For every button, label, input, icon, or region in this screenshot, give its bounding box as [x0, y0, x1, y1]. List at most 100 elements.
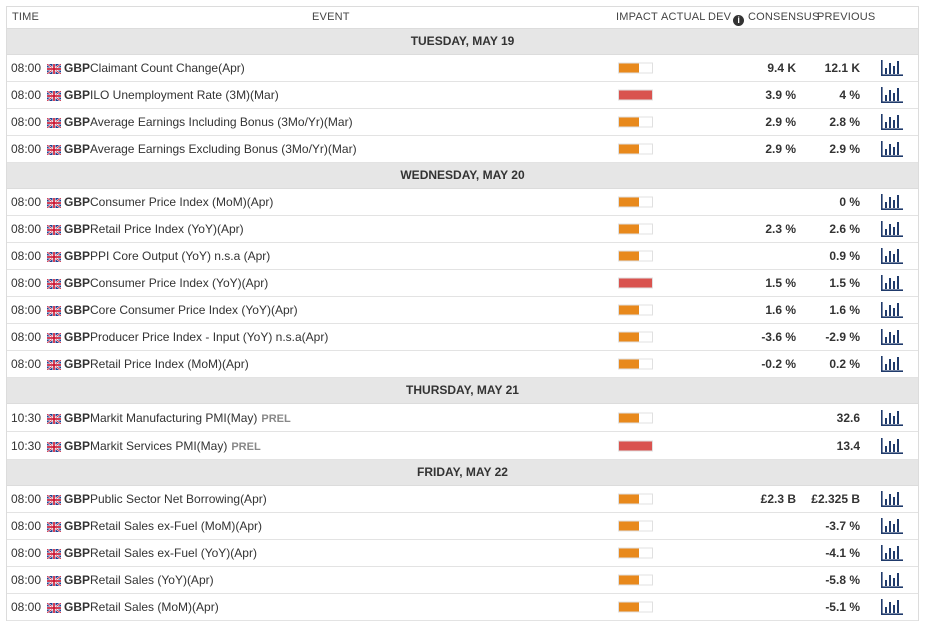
event-row[interactable]: 10:30 GBP Markit Manufacturing PMI(May) PRE… — [7, 404, 918, 432]
event-name-text: Claimant Count Change(Apr) — [90, 61, 245, 75]
event-row[interactable]: 08:00 GBP Core Consumer Price Index (YoY)(… — [7, 297, 918, 324]
event-row[interactable]: 08:00 GBP Retail Price Index (YoY)(Apr) 2.3… — [7, 216, 918, 243]
uk-flag-icon — [46, 412, 62, 425]
event-name-text: Consumer Price Index (YoY)(Apr) — [90, 276, 269, 290]
impact-indicator — [618, 412, 653, 423]
event-row[interactable]: 08:00 GBP Retail Sales ex-Fuel (YoY)(Apr) -… — [7, 540, 918, 567]
event-name[interactable]: Retail Sales (MoM)(Apr) — [90, 600, 219, 614]
event-name[interactable]: Retail Sales ex-Fuel (YoY)(Apr) — [90, 546, 257, 560]
uk-flag-icon — [46, 144, 62, 156]
impact-indicator — [618, 196, 653, 208]
event-name-text: ILO Unemployment Rate (3M)(Mar) — [90, 88, 279, 102]
chart-icon[interactable] — [881, 274, 903, 292]
prel-badge: PREL — [261, 412, 291, 425]
chart-icon[interactable] — [881, 571, 903, 589]
header-consensus: Consensus — [748, 11, 820, 23]
event-row[interactable]: 08:00 GBP Producer Price Index - Input (Yo… — [7, 324, 918, 351]
impact-fill — [619, 63, 639, 73]
event-name[interactable]: Retail Price Index (YoY)(Apr) — [90, 222, 244, 236]
info-icon[interactable]: i — [733, 15, 745, 26]
previous-value: 13.4 — [836, 438, 860, 453]
event-currency: GBP — [64, 276, 91, 290]
event-name[interactable]: Consumer Price Index (MoM)(Apr) — [90, 195, 273, 209]
chart-icon[interactable] — [881, 437, 903, 455]
event-row[interactable]: 08:00 GBP Consumer Price Index (MoM)(Apr) 0… — [7, 189, 918, 216]
previous-value: -4.1 % — [825, 546, 860, 560]
header-dev-label: Dev — [708, 11, 732, 23]
event-row[interactable]: 08:00 GBP Public Sector Net Borrowing(Apr)… — [7, 486, 918, 513]
event-row[interactable]: 08:00 GBP Average Earnings Including Bonus… — [7, 109, 918, 136]
event-name-text: Average Earnings Including Bonus (3Mo/Yr… — [90, 115, 353, 129]
chart-icon[interactable] — [881, 140, 903, 158]
event-time: 08:00 — [11, 600, 42, 614]
chart-icon[interactable] — [881, 517, 903, 535]
chart-icon[interactable] — [881, 328, 903, 346]
event-row[interactable]: 08:00 GBP Average Earnings Excluding Bonus… — [7, 136, 918, 163]
day-header: Tuesday, May 19 — [7, 29, 918, 55]
economic-calendar: Time Event Impact Actual Dev i Consensus … — [6, 6, 919, 621]
event-name[interactable]: ILO Unemployment Rate (3M)(Mar) — [90, 88, 279, 102]
impact-fill — [619, 224, 639, 234]
event-currency: GBP — [64, 519, 91, 533]
event-name[interactable]: PPI Core Output (YoY) n.s.a (Apr) — [90, 249, 270, 263]
event-row[interactable]: 08:00 GBP ILO Unemployment Rate (3M)(Mar) 3… — [7, 82, 918, 109]
chart-icon[interactable] — [881, 301, 903, 319]
previous-value: 32.6 — [836, 410, 860, 425]
event-row[interactable]: 10:30 GBP Markit Services PMI(May) PREL 13.4 — [7, 432, 918, 460]
event-name[interactable]: Retail Sales ex-Fuel (MoM)(Apr) — [90, 519, 262, 533]
impact-indicator — [618, 331, 653, 343]
event-currency: GBP — [64, 222, 91, 236]
chart-icon[interactable] — [881, 490, 903, 508]
uk-flag-icon — [46, 521, 62, 533]
previous-value: -5.1 % — [825, 600, 860, 614]
impact-indicator — [618, 223, 653, 235]
previous-value: -5.8 % — [825, 573, 860, 587]
chart-icon[interactable] — [881, 544, 903, 562]
event-time: 10:30 — [11, 438, 42, 453]
chart-icon[interactable] — [881, 247, 903, 265]
event-time: 08:00 — [11, 357, 42, 371]
event-name-text: Retail Price Index (MoM)(Apr) — [90, 357, 249, 371]
event-currency: GBP — [64, 142, 91, 156]
event-name[interactable]: Average Earnings Including Bonus (3Mo/Yr… — [90, 115, 353, 129]
impact-fill — [619, 575, 639, 585]
event-name[interactable]: Markit Services PMI(May) PREL — [90, 439, 261, 453]
event-name[interactable]: Markit Manufacturing PMI(May) PREL — [90, 411, 291, 425]
event-row[interactable]: 08:00 GBP Consumer Price Index (YoY)(Apr) 1… — [7, 270, 918, 297]
chart-icon[interactable] — [881, 409, 903, 427]
event-name[interactable]: Producer Price Index - Input (YoY) n.s.a… — [90, 330, 328, 344]
event-time: 08:00 — [11, 276, 42, 290]
event-time: 08:00 — [11, 88, 42, 102]
chart-icon[interactable] — [881, 193, 903, 211]
event-name[interactable]: Public Sector Net Borrowing(Apr) — [90, 492, 267, 506]
event-name[interactable]: Claimant Count Change(Apr) — [90, 61, 245, 75]
header-impact: Impact — [616, 11, 658, 23]
chart-icon[interactable] — [881, 355, 903, 373]
event-row[interactable]: 08:00 GBP Retail Sales ex-Fuel (MoM)(Apr) -… — [7, 513, 918, 540]
event-name[interactable]: Retail Price Index (MoM)(Apr) — [90, 357, 249, 371]
chart-icon[interactable] — [881, 598, 903, 616]
event-row[interactable]: 08:00 GBP Claimant Count Change(Apr) 9.4 K 1… — [7, 55, 918, 82]
event-row[interactable]: 08:00 GBP Retail Price Index (MoM)(Apr) -0.… — [7, 351, 918, 378]
previous-value: 0.9 % — [829, 249, 860, 263]
previous-value: 2.8 % — [829, 115, 860, 129]
event-name[interactable]: Average Earnings Excluding Bonus (3Mo/Yr… — [90, 142, 357, 156]
event-name-text: Retail Price Index (YoY)(Apr) — [90, 222, 244, 236]
event-time: 08:00 — [11, 519, 42, 533]
uk-flag-icon — [46, 332, 62, 344]
chart-icon[interactable] — [881, 220, 903, 238]
chart-icon[interactable] — [881, 113, 903, 131]
event-row[interactable]: 08:00 GBP Retail Sales (YoY)(Apr) -5.8 % — [7, 567, 918, 594]
impact-indicator — [618, 601, 653, 613]
event-row[interactable]: 08:00 GBP PPI Core Output (YoY) n.s.a (Apr… — [7, 243, 918, 270]
event-name-text: Retail Sales ex-Fuel (MoM)(Apr) — [90, 519, 263, 533]
event-name[interactable]: Consumer Price Index (YoY)(Apr) — [90, 276, 268, 290]
chart-icon[interactable] — [881, 86, 903, 104]
impact-indicator — [618, 547, 653, 559]
event-row[interactable]: 08:00 GBP Retail Sales (MoM)(Apr) -5.1 % — [7, 594, 918, 621]
event-name[interactable]: Core Consumer Price Index (YoY)(Apr) — [90, 303, 298, 317]
event-time: 08:00 — [11, 195, 42, 209]
chart-icon[interactable] — [881, 59, 903, 77]
event-time: 10:30 — [11, 410, 42, 425]
event-name[interactable]: Retail Sales (YoY)(Apr) — [90, 573, 214, 587]
